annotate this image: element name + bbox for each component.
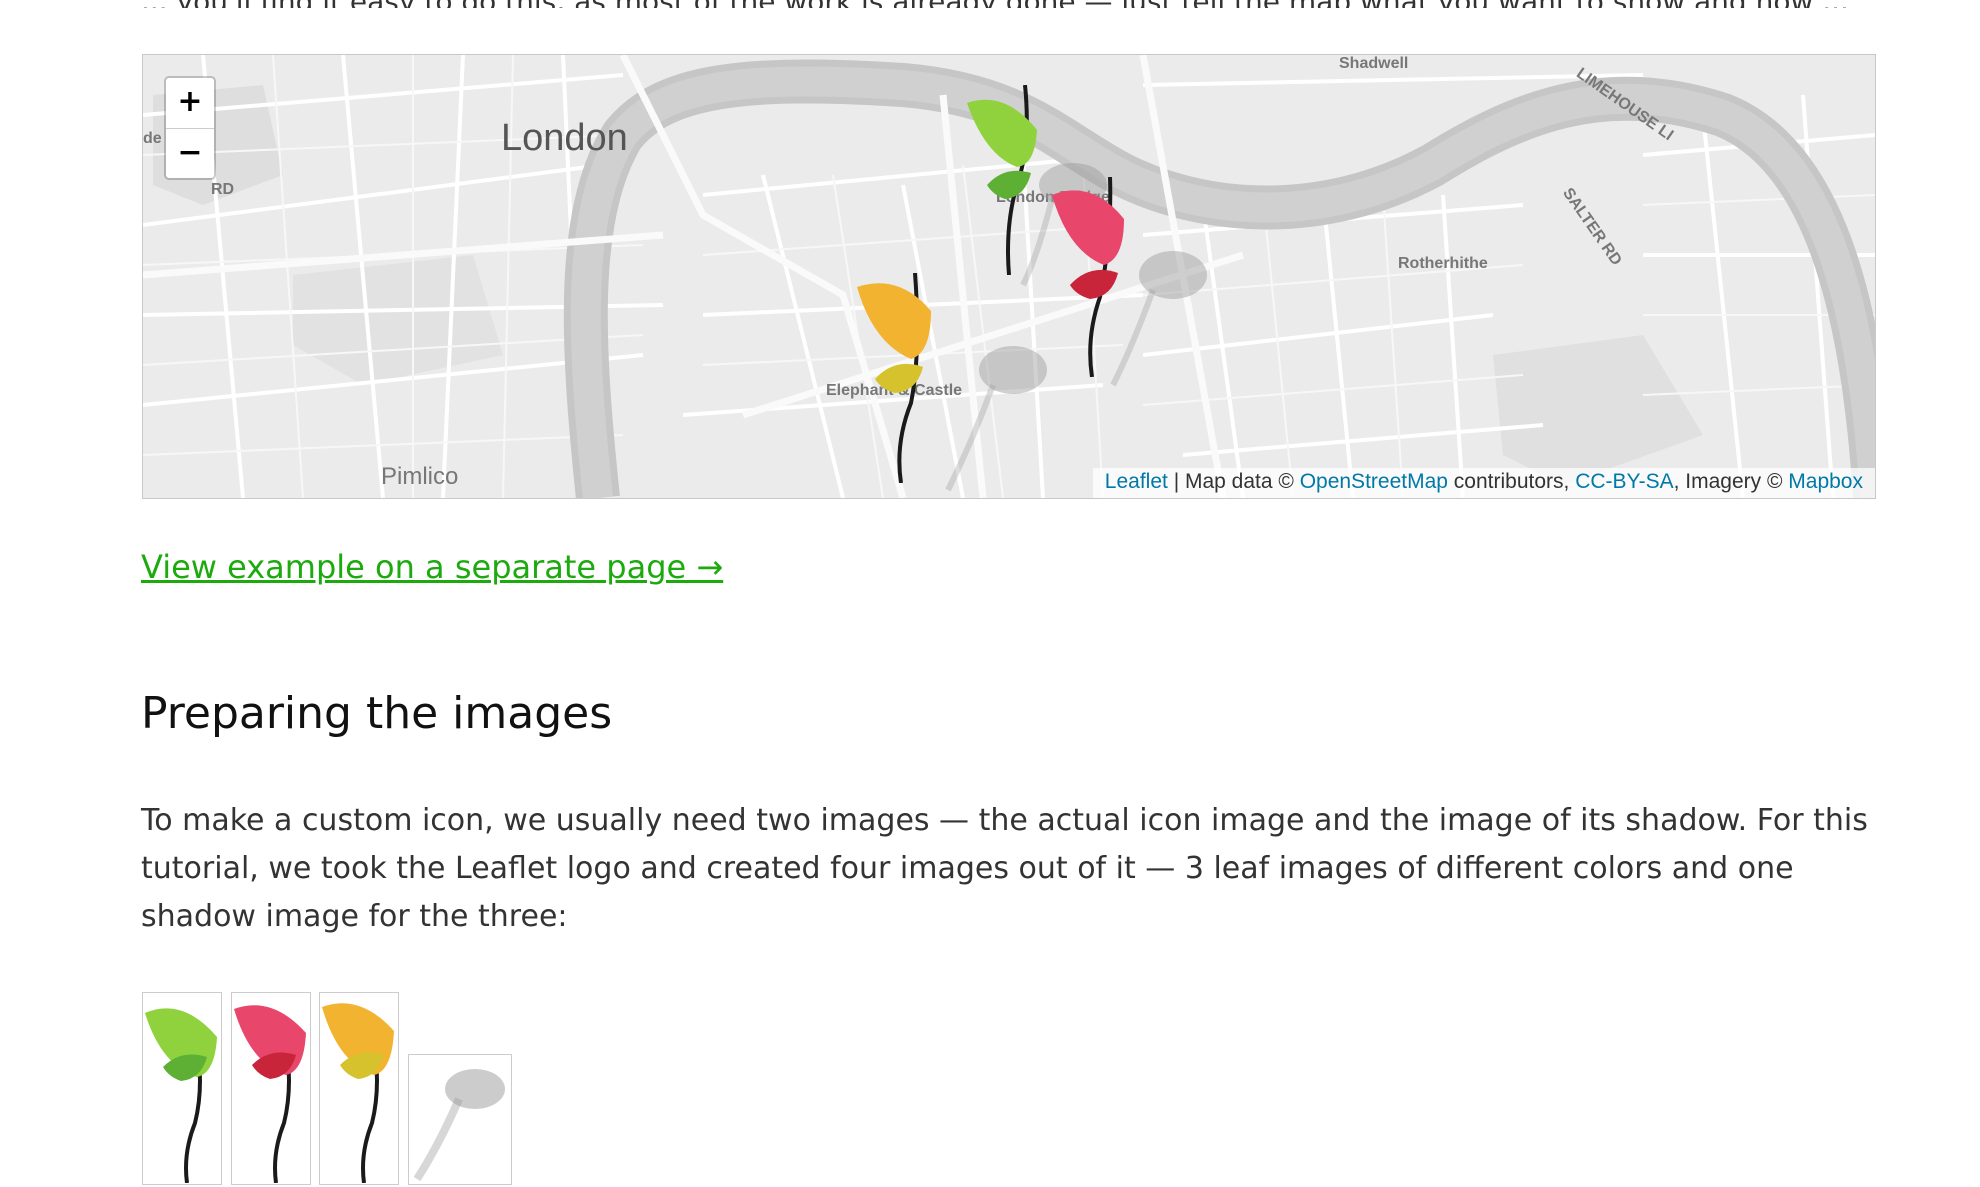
map-label-de: de <box>143 130 162 147</box>
red-leaf-image <box>231 992 311 1185</box>
green-leaf-icon <box>145 1008 217 1184</box>
view-separate-page-link[interactable]: View example on a separate page → <box>141 548 723 586</box>
red-leaf-marker[interactable] <box>1050 177 1140 377</box>
map-attribution: Leaflet | Map data © OpenStreetMap contr… <box>1092 468 1875 498</box>
orange-leaf-icon <box>322 1003 394 1184</box>
zoom-in-button[interactable]: + <box>166 78 214 128</box>
orange-leaf-marker[interactable] <box>855 273 945 483</box>
map-label-shadwell: Shadwell <box>1339 55 1409 72</box>
cc-by-sa-link[interactable]: CC-BY-SA <box>1575 470 1673 493</box>
body-paragraph: To make a custom icon, we usually need t… <box>141 803 1868 934</box>
attribution-text-2: contributors, <box>1447 470 1576 493</box>
shadow-image <box>408 1054 512 1185</box>
openstreetmap-link[interactable]: OpenStreetMap <box>1300 470 1448 493</box>
intro-text-cutoff: ... you'll find it easy to do this, as m… <box>141 0 1921 8</box>
leaflet-link[interactable]: Leaflet <box>1105 470 1168 493</box>
page: ... you'll find it easy to do this, as m… <box>0 0 1980 1185</box>
attribution-text-1: | Map data © <box>1167 470 1300 493</box>
map-label-pimlico: Pimlico <box>381 463 459 490</box>
map-container[interactable]: London Pimlico Shadwell Rotherhithe Lond… <box>142 54 1876 499</box>
map-label-london: London <box>501 117 628 159</box>
mapbox-link[interactable]: Mapbox <box>1788 470 1863 493</box>
orange-leaf-image <box>319 992 399 1185</box>
attribution-text-3: , Imagery © <box>1673 470 1789 493</box>
zoom-control: + − <box>164 76 216 180</box>
green-leaf-image <box>142 992 222 1185</box>
leaf-shadow-icon <box>413 1069 505 1182</box>
map-label-rd: RD <box>211 181 235 198</box>
zoom-out-button[interactable]: − <box>166 128 214 179</box>
red-leaf-icon <box>234 1005 306 1184</box>
map-label-rotherhithe: Rotherhithe <box>1398 255 1488 272</box>
green-leaf-marker[interactable] <box>965 85 1045 275</box>
section-heading: Preparing the images <box>141 688 613 739</box>
